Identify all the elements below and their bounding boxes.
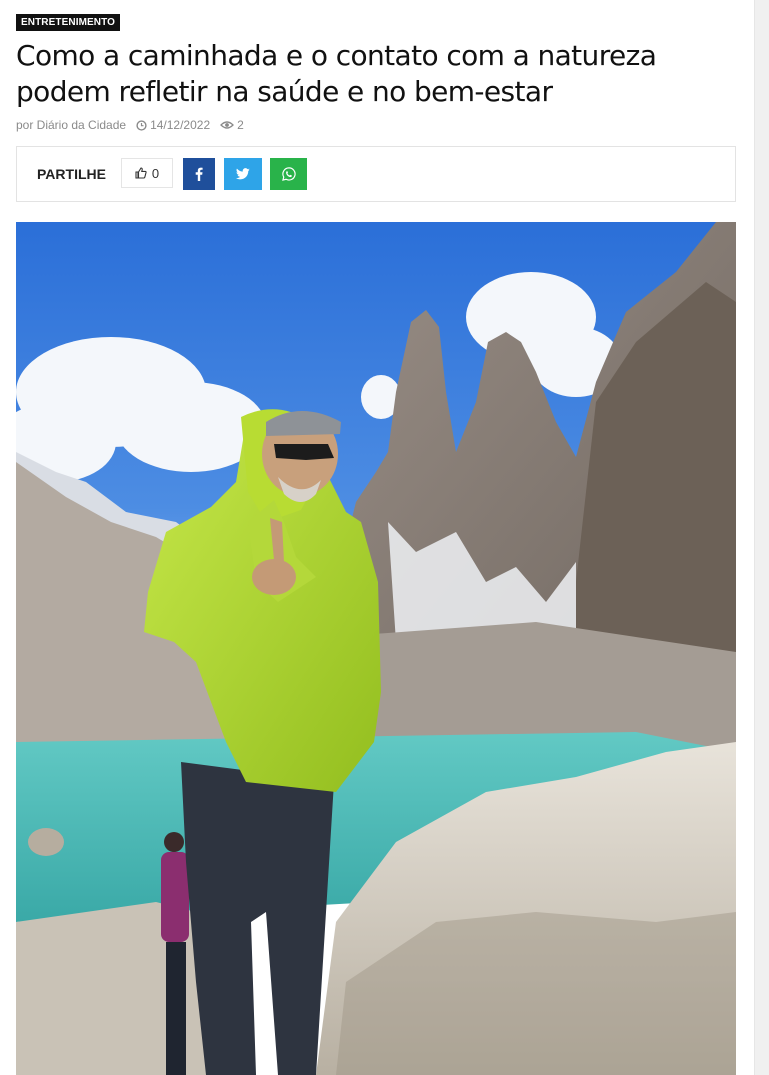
clock-icon	[136, 119, 147, 131]
article-title: Como a caminhada e o contato com a natur…	[16, 39, 657, 108]
share-bar: PARTILHE 0	[16, 146, 736, 202]
scrollbar[interactable]	[754, 0, 769, 1075]
twitter-icon	[236, 168, 250, 180]
hero-image[interactable]	[16, 222, 736, 1075]
like-count: 0	[151, 165, 160, 181]
view-count: 2	[237, 118, 244, 132]
article-date: 14/12/2022	[150, 118, 211, 132]
eye-icon	[220, 121, 235, 129]
whatsapp-icon	[281, 167, 296, 181]
article-meta: por Diário da Cidade 14/12/2022 2	[16, 118, 254, 132]
share-label: PARTILHE	[37, 166, 106, 182]
like-button[interactable]: 0	[121, 158, 173, 188]
twitter-share-button[interactable]	[224, 158, 262, 190]
thumbs-up-icon	[135, 167, 147, 179]
whatsapp-share-button[interactable]	[270, 158, 307, 190]
facebook-share-button[interactable]	[183, 158, 215, 190]
category-badge[interactable]: ENTRETENIMENTO	[16, 14, 120, 31]
author-link[interactable]: por Diário da Cidade	[16, 118, 126, 132]
facebook-icon	[195, 167, 203, 181]
